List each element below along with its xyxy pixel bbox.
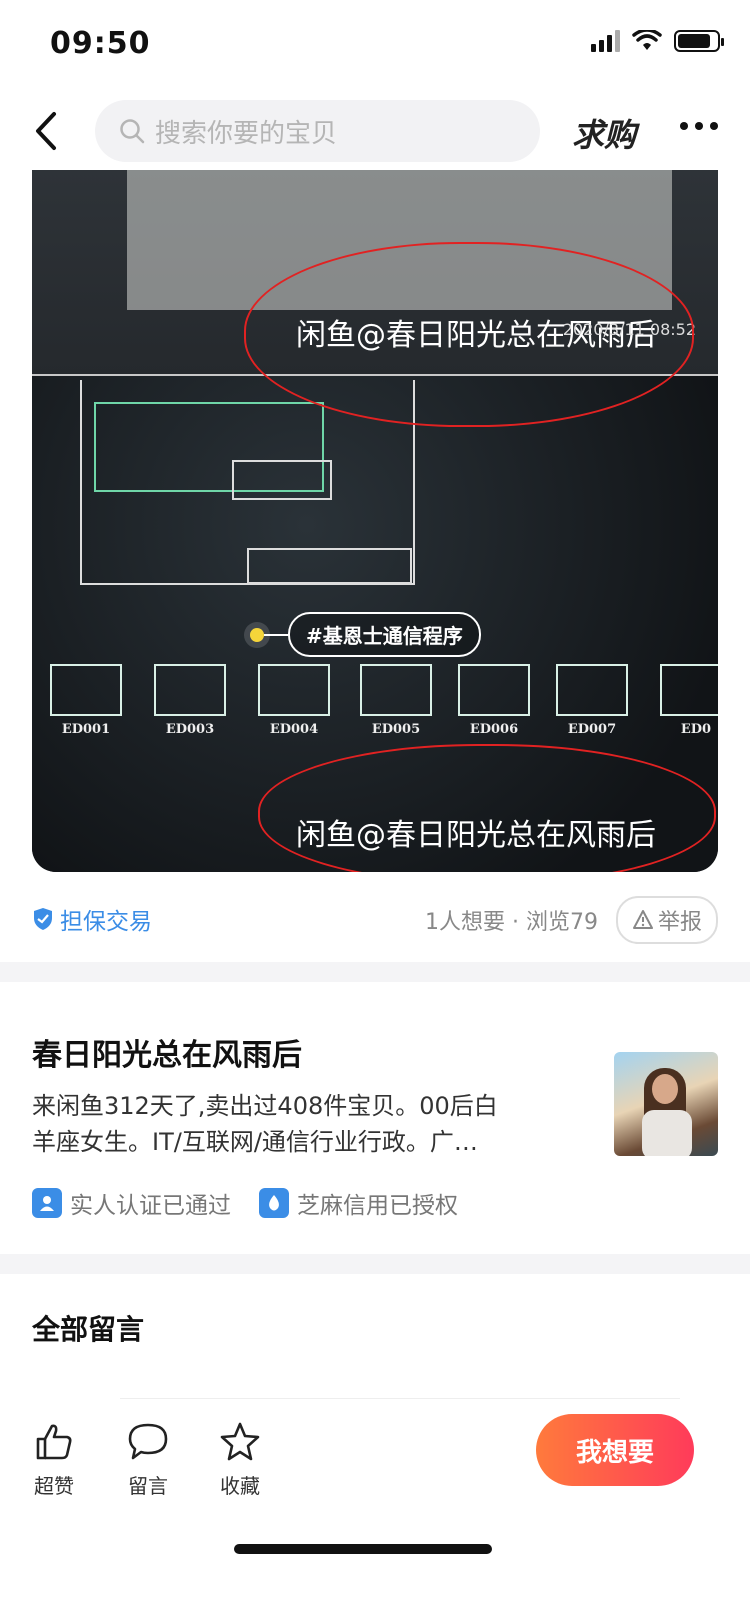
avatar-body	[642, 1110, 692, 1156]
more-menu-icon[interactable]	[680, 122, 718, 130]
seller-badges: 实人认证已通过 芝麻信用已授权	[32, 1186, 458, 1220]
status-icons	[591, 30, 724, 52]
seller-card[interactable]: 春日阳光总在风雨后 来闲鱼312天了,卖出过408件宝贝。00后白 羊座女生。I…	[32, 1030, 718, 1230]
avatar-face	[652, 1074, 678, 1104]
user-verified-icon	[32, 1188, 62, 1218]
cad-thumb-label: ED006	[469, 722, 519, 737]
cellular-signal-icon	[591, 30, 620, 52]
favorite-button[interactable]: 收藏	[208, 1420, 272, 1499]
star-icon	[220, 1422, 260, 1461]
seller-bio: 来闲鱼312天了,卖出过408件宝贝。00后白 羊座女生。IT/互联网/通信行业…	[32, 1088, 552, 1160]
product-meta-row: 担保交易 1人想要 · 浏览79 举报	[32, 896, 718, 944]
cad-thumbnail	[154, 664, 226, 716]
search-icon	[120, 119, 145, 144]
qiugou-button[interactable]: 求购	[572, 110, 636, 156]
section-separator	[0, 962, 750, 982]
seller-bio-line: 来闲鱼312天了,卖出过408件宝贝。00后白	[32, 1092, 498, 1120]
report-label: 举报	[657, 910, 702, 935]
cad-thumbnail	[660, 664, 718, 716]
chat-bubble-icon	[128, 1423, 168, 1460]
cad-thumb-label: ED004	[269, 722, 319, 737]
product-tag[interactable]: #基恩士通信程序	[250, 612, 481, 657]
red-annotation-circle	[244, 242, 694, 427]
cad-thumbnail	[458, 664, 530, 716]
wifi-icon	[632, 30, 662, 50]
comments-heading: 全部留言	[32, 1313, 145, 1346]
sesame-credit-label: 芝麻信用已授权	[297, 1193, 458, 1219]
back-arrow-icon[interactable]	[28, 106, 68, 156]
search-bar[interactable]: 搜索你要的宝贝	[95, 100, 540, 162]
guarantee-trade-link[interactable]: 担保交易	[32, 902, 152, 936]
real-name-label: 实人认证已通过	[70, 1193, 231, 1219]
tag-dot-icon	[250, 627, 264, 642]
warning-icon	[632, 910, 653, 929]
cad-block	[232, 460, 332, 500]
red-annotation-circle	[258, 744, 716, 872]
home-indicator	[234, 1544, 492, 1554]
cad-title-block	[247, 548, 412, 584]
tag-connector	[264, 633, 288, 636]
sesame-credit-icon	[259, 1188, 289, 1218]
thumbs-up-icon	[36, 1424, 72, 1460]
guarantee-label: 担保交易	[60, 909, 152, 935]
bottom-bar-divider	[120, 1398, 680, 1399]
section-separator	[0, 1254, 750, 1274]
real-name-badge: 实人认证已通过	[32, 1186, 231, 1220]
status-time: 09:50	[50, 26, 151, 61]
top-nav: 搜索你要的宝贝 求购	[0, 96, 750, 168]
favorite-label: 收藏	[220, 1474, 260, 1498]
cad-thumb-label: ED005	[371, 722, 421, 737]
comment-button[interactable]: 留言	[116, 1420, 180, 1499]
search-placeholder: 搜索你要的宝贝	[155, 118, 338, 149]
product-photo[interactable]: ED001 ED003 ED004 ED005 ED006 ED007 ED0 …	[32, 170, 718, 872]
cad-thumbnail	[258, 664, 330, 716]
cad-thumb-label: ED003	[165, 722, 215, 737]
cad-thumb-label: ED007	[567, 722, 617, 737]
seller-avatar[interactable]	[614, 1052, 718, 1156]
report-button[interactable]: 举报	[615, 896, 718, 944]
tag-label: #基恩士通信程序	[288, 612, 481, 657]
like-button[interactable]: 超赞	[22, 1420, 86, 1499]
seller-bio-line: 羊座女生。IT/互联网/通信行业行政。广…	[32, 1128, 478, 1156]
cad-thumb-label: ED0	[680, 722, 712, 737]
like-label: 超赞	[34, 1474, 74, 1498]
shield-icon	[34, 908, 52, 930]
battery-icon	[674, 30, 724, 52]
cad-thumb-label: ED001	[61, 722, 111, 737]
sesame-credit-badge: 芝麻信用已授权	[259, 1186, 458, 1220]
want-button[interactable]: 我想要	[536, 1414, 694, 1486]
cad-thumbnail	[556, 664, 628, 716]
want-view-stats: 1人想要 · 浏览79	[425, 910, 598, 935]
cad-thumbnail	[360, 664, 432, 716]
cad-thumbnail	[50, 664, 122, 716]
bottom-action-bar: 超赞 留言 收藏 我想要	[0, 1398, 750, 1624]
status-bar: 09:50	[0, 0, 750, 90]
comment-label: 留言	[128, 1474, 168, 1498]
